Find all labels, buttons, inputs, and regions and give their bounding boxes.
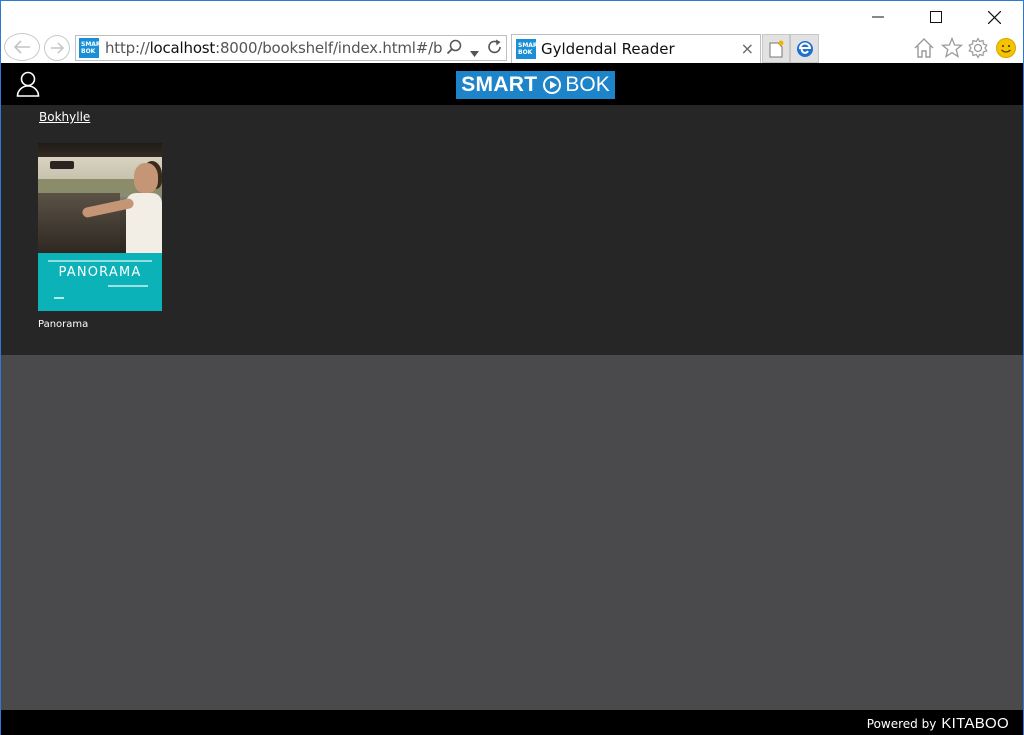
- kitaboo-logo: KITABOO: [941, 715, 1009, 732]
- url-host: localhost: [149, 39, 216, 57]
- play-icon: [543, 76, 562, 94]
- close-icon: [987, 10, 1001, 24]
- powered-by-label: Powered by: [866, 717, 937, 731]
- book-title[interactable]: Panorama: [38, 319, 162, 330]
- url-path: :8000/bookshelf/index.html#/books: [215, 39, 443, 57]
- url-text[interactable]: http://localhost:8000/bookshelf/index.ht…: [105, 39, 443, 57]
- powered-by: Powered by KITABOO: [867, 715, 1009, 732]
- cover-photo: [38, 143, 162, 253]
- app-header: SMART BOK: [1, 63, 1023, 105]
- browser-toolbar: SMART BOK http://localhost:8000/bookshel…: [1, 33, 1023, 63]
- empty-content-area: [1, 355, 1023, 710]
- home-button[interactable]: [911, 35, 937, 61]
- new-tab-icon: [769, 40, 784, 57]
- logo-text-bok: BOK: [565, 73, 610, 96]
- star-icon: [941, 37, 963, 58]
- user-icon[interactable]: [16, 71, 40, 97]
- maximize-button[interactable]: [913, 1, 959, 33]
- site-favicon: SMART BOK: [79, 38, 105, 58]
- tab-title: Gyldendal Reader: [541, 40, 675, 58]
- search-icon[interactable]: [446, 39, 462, 59]
- tab-favicon: SMART BOK: [516, 39, 542, 59]
- tab-gyldendal-reader[interactable]: SMART BOK Gyldendal Reader ×: [511, 34, 761, 63]
- gear-icon: [968, 37, 988, 59]
- favicon-text: BOK: [518, 49, 533, 56]
- smiley-icon: [996, 38, 1016, 58]
- book-item[interactable]: PANORAMA Panorama: [38, 143, 162, 330]
- minimize-button[interactable]: [855, 1, 901, 33]
- edge-icon: [796, 40, 813, 57]
- back-button[interactable]: [4, 33, 40, 61]
- settings-button[interactable]: [965, 35, 991, 61]
- new-tab-button[interactable]: [762, 34, 790, 63]
- address-bar[interactable]: SMART BOK http://localhost:8000/bookshel…: [75, 35, 507, 61]
- logo-text-smart: SMART: [461, 73, 538, 96]
- favorites-button[interactable]: [939, 35, 965, 61]
- chevron-down-icon[interactable]: [470, 43, 479, 61]
- maximize-icon: [930, 11, 942, 23]
- favicon-text: SMART: [518, 42, 542, 49]
- publisher-logo-icon: [54, 291, 64, 299]
- feedback-button[interactable]: [993, 35, 1019, 61]
- cover-subtitle-line: [48, 260, 152, 262]
- minimize-icon: [872, 16, 884, 18]
- title-bar: [1, 1, 1023, 33]
- close-window-button[interactable]: [971, 1, 1017, 33]
- cover-title: PANORAMA: [58, 265, 142, 280]
- footer: Powered by KITABOO: [1, 710, 1023, 735]
- forward-button[interactable]: [44, 35, 70, 61]
- home-icon: [914, 38, 934, 58]
- favicon-text: BOK: [81, 48, 96, 55]
- smartbok-logo: SMART BOK: [456, 71, 615, 99]
- bookshelf: Bokhylle PANORAMA Panorama: [1, 105, 1023, 355]
- tab-close-button[interactable]: ×: [741, 39, 754, 58]
- arrow-right-icon: [51, 42, 65, 54]
- cover-caption-line: [108, 285, 148, 287]
- breadcrumb-bokhylle[interactable]: Bokhylle: [39, 110, 90, 124]
- favicon-text: SMART: [81, 41, 105, 48]
- arrow-left-icon: [13, 40, 30, 54]
- book-cover[interactable]: PANORAMA: [38, 143, 162, 311]
- browser-window: SMART BOK http://localhost:8000/bookshel…: [0, 0, 1024, 735]
- url-prefix: http://: [105, 39, 150, 57]
- refresh-icon[interactable]: [487, 39, 503, 59]
- edge-button[interactable]: [790, 34, 819, 63]
